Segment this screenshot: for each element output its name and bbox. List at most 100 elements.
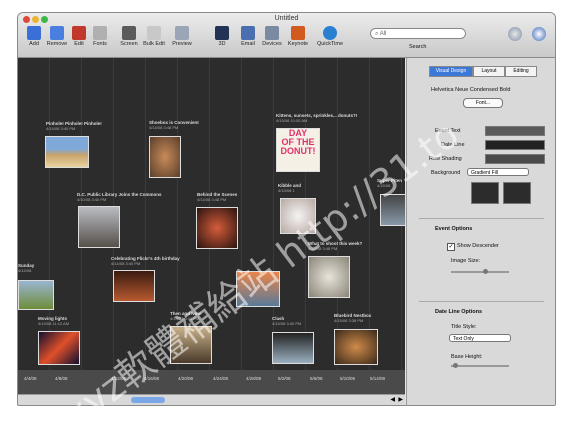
event-photo[interactable] [45,136,89,168]
event-date: 4/10/08 3:40 PM [77,197,107,202]
event-photo[interactable] [78,206,120,248]
event-item[interactable]: Pinhole! Pinhole! Pinhole! 4/14/08 3:40 P… [46,121,102,131]
axis-tick-label: 5/6/08 [310,376,323,381]
event-date: 4/14/08 3:48 PM [197,197,227,202]
event-item[interactable]: Shoebox is Convenient 4/14/08 3:48 PM [149,120,199,130]
background-color-well-1[interactable] [471,182,499,204]
base-height-label: Base Height: [451,354,483,360]
event-photo[interactable] [38,331,80,365]
base-height-slider-knob[interactable] [453,363,458,368]
event-item[interactable]: D.C. Public Library Joins the Commons 4/1… [77,192,162,202]
date-line-color-well[interactable] [485,140,545,150]
axis-tick-label: 4/28/08 [246,376,262,381]
divider [419,301,544,302]
email-icon [241,26,255,40]
event-item[interactable]: Behind the Scenes 4/14/08 3:48 PM [197,192,237,202]
toolbar-bulk-edit-button[interactable]: Bulk Edit [140,26,168,47]
toolbar-screen-button[interactable]: Screen [115,26,143,47]
toolbar-label: 3D [218,41,226,47]
event-date: 4/14/08 3:40 PM [46,126,76,131]
event-text-color-well[interactable] [485,126,545,136]
font-button[interactable]: Font... [463,98,503,108]
search-placeholder: All [379,31,387,37]
tab-editing[interactable]: Editing [505,66,537,77]
event-options-header: Event Options [435,226,473,232]
event-photo[interactable]: DAY OF THE DONUT! [276,128,320,172]
pencil-icon [72,26,86,40]
event-photo[interactable] [18,280,54,310]
event-item[interactable]: Bluebird Nestbox 4/15/08 3:38 PM [334,313,371,323]
toolbar-label: Email [241,41,255,47]
window-title: Untitled [274,15,299,22]
toolbar-label: QuickTime [316,41,344,47]
screen-icon [122,26,136,40]
event-date: 4/14/08 3:40 PM [111,261,141,266]
remove-icon [50,26,64,40]
image-size-slider-knob[interactable] [483,269,488,274]
background-color-well-2[interactable] [503,182,531,204]
divider [419,218,544,219]
toolbar-label: Keynote [287,41,309,47]
row-shading-color-well[interactable] [485,154,545,164]
app-window: Untitled Add Remove Edit Fonts Screen Bu… [17,12,556,406]
search-input[interactable]: ⌕ All [370,28,466,39]
axis-tick-label: 5/14/08 [370,376,386,381]
devices-icon [265,26,279,40]
event-photo[interactable] [113,270,155,302]
scroll-right-arrow-icon[interactable]: ▶ [398,396,403,403]
toolbar-label: Edit [74,41,84,47]
event-date: 4/14/08 [18,268,32,273]
add-icon [27,26,41,40]
list-icon [147,26,161,40]
toolbar-quicktime-button[interactable]: QuickTime [314,26,346,47]
event-item[interactable]: Kibble and 4/15/08 1 [278,183,301,193]
event-date: 4/15/08 1 [278,188,295,193]
axis-tick-label: 4/24/08 [213,376,229,381]
inspector-icon[interactable] [508,27,522,41]
show-descender-label: Show Descender [457,243,499,249]
event-photo[interactable] [149,136,181,178]
event-photo[interactable] [196,207,238,249]
show-descender-checkbox[interactable]: ✓ [447,243,455,251]
background-select[interactable]: Gradient Fill [467,168,529,176]
event-item[interactable]: Clash 4/15/08 3:40 PM [272,316,301,326]
event-photo[interactable] [272,332,314,364]
date-line-options-header: Date Line Options [435,309,483,315]
quicktime-icon [323,26,337,40]
toolbar-label: Screen [120,41,138,47]
toolbar-label: Bulk Edit [143,41,165,47]
toolbar-keynote-button[interactable]: Keynote [284,26,312,47]
toolbar-label: Add [29,41,39,47]
axis-tick-label: 4/4/08 [24,376,37,381]
base-height-slider[interactable] [451,365,509,367]
event-item[interactable]: Moving lights 4/14/08 11:12 AM [38,316,69,326]
3d-icon [215,26,229,40]
event-date: 4/15/08 3:38 PM [334,318,364,323]
magnifier-icon [175,26,189,40]
scroll-left-arrow-icon[interactable]: ◀ [390,396,395,403]
axis-tick-label: 5/2/08 [278,376,291,381]
toolbar-devices-button[interactable]: Devices [258,26,286,47]
gear-icon[interactable] [532,27,546,41]
image-size-slider[interactable] [451,271,509,273]
event-item[interactable]: Sunday 4/14/08 [18,263,34,273]
font-icon [93,26,107,40]
toolbar-3d-button[interactable]: 3D [208,26,236,47]
event-item[interactable]: Kittens, sunsets, sprinkles... donuts?! 4… [276,113,357,123]
event-date: 4/14/08 11:12 AM [38,321,70,326]
title-style-select[interactable]: Text Only [449,334,511,342]
keynote-icon [291,26,305,40]
image-size-label: Image Size: [451,258,481,264]
event-date: 4/14/08 3:48 PM [149,125,179,130]
font-name-label: Helvetica Neue Condensed Bold [431,87,511,93]
axis-tick-label: 5/10/08 [340,376,356,381]
event-date: 4/15/08 10:05 AM [276,118,308,123]
event-date: 4/15/08 3:40 PM [272,321,302,326]
event-item[interactable]: Celebrating Flickr's 4th birthday 4/14/08… [111,256,180,266]
tab-visual-design[interactable]: Visual Design [429,66,473,77]
toolbar-fonts-button[interactable]: Fonts [86,26,114,47]
event-photo[interactable] [334,329,378,365]
axis-tick-label: 4/8/08 [55,376,68,381]
tab-layout[interactable]: Layout [473,66,505,77]
toolbar-preview-button[interactable]: Preview [168,26,196,47]
